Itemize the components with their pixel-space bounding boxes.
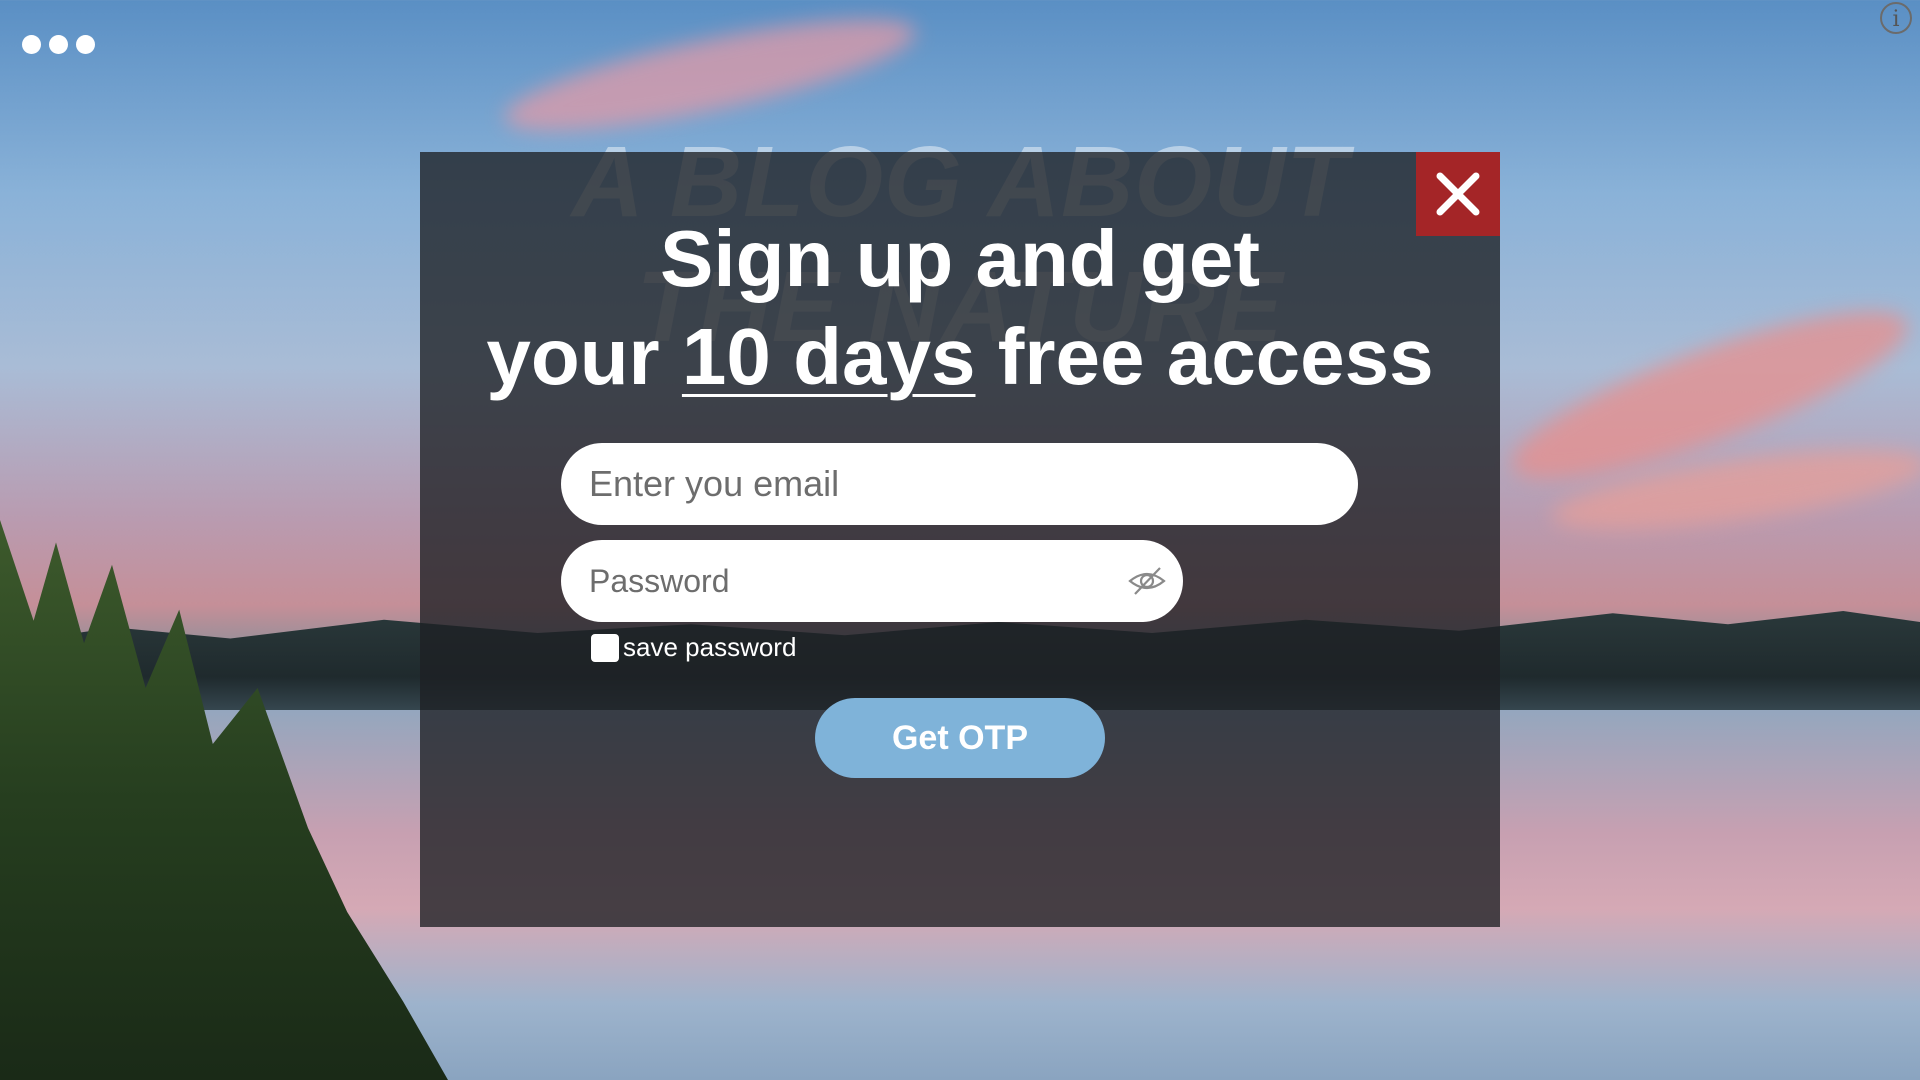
- menu-dot: [76, 35, 95, 54]
- more-menu-button[interactable]: [22, 35, 95, 54]
- email-input[interactable]: [561, 443, 1358, 525]
- password-field: [561, 540, 1183, 622]
- headline-highlight: 10 days: [681, 312, 976, 401]
- save-password-checkbox[interactable]: [591, 633, 619, 662]
- menu-dot: [49, 35, 68, 54]
- headline-suffix: free access: [975, 312, 1434, 401]
- save-password-label: save password: [623, 632, 797, 662]
- save-password-row: save password: [591, 632, 796, 663]
- menu-dot: [22, 35, 41, 54]
- modal-headline: Sign up and get your 10 days free access: [420, 210, 1500, 406]
- signup-modal: Sign up and get your 10 days free access…: [420, 152, 1500, 927]
- info-icon[interactable]: i: [1880, 2, 1912, 34]
- eye-hidden-icon[interactable]: [1127, 564, 1167, 598]
- get-otp-button[interactable]: Get OTP: [815, 698, 1105, 778]
- headline-line1: Sign up and get: [660, 214, 1260, 303]
- headline-line2: your 10 days free access: [420, 308, 1500, 406]
- password-input[interactable]: [561, 540, 1101, 622]
- headline-prefix: your: [486, 312, 682, 401]
